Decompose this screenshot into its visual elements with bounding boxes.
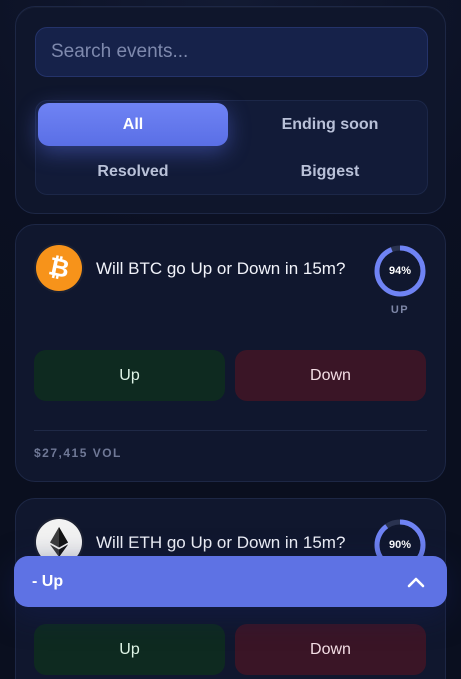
search-input[interactable] (51, 41, 427, 63)
filter-all[interactable]: All (38, 103, 228, 146)
chevron-up-icon[interactable] (405, 571, 427, 593)
event-question: Will ETH go Up or Down in 15m? (96, 533, 346, 552)
outcome-label: UP (390, 304, 410, 316)
filter-biggest[interactable]: Biggest (235, 150, 425, 193)
probability-percent: 94% (388, 265, 412, 277)
event-card-btc[interactable]: ₿ Will BTC go Up or Down in 15m? 94% UP … (15, 224, 446, 482)
volume-label: $27,415 VOL (34, 446, 122, 460)
filter-resolved[interactable]: Resolved (38, 150, 228, 193)
probability-ring: 94% (373, 244, 427, 298)
up-button[interactable]: Up (34, 624, 225, 675)
filter-ending-soon[interactable]: Ending soon (235, 103, 425, 146)
bet-slip-text: - Up (32, 572, 64, 590)
bet-slip-bar[interactable]: - Up (14, 556, 447, 607)
divider (34, 430, 427, 431)
up-button[interactable]: Up (34, 350, 225, 401)
filter-panel: All Ending soon Resolved Biggest (15, 6, 446, 214)
screen: All Ending soon Resolved Biggest ₿ Will … (0, 0, 461, 679)
event-question: Will BTC go Up or Down in 15m? (96, 259, 346, 278)
down-button[interactable]: Down (235, 624, 426, 675)
filter-tabs: All Ending soon Resolved Biggest (35, 100, 428, 195)
down-button[interactable]: Down (235, 350, 426, 401)
bitcoin-icon: ₿ (34, 243, 84, 293)
search-box[interactable] (35, 27, 428, 77)
